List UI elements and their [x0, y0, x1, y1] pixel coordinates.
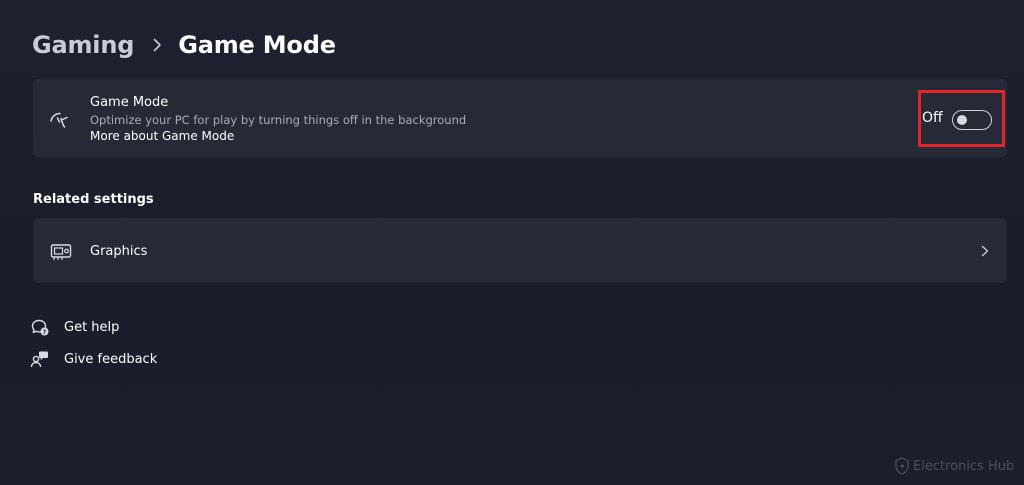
give-feedback-link[interactable]: Give feedback [30, 348, 157, 370]
breadcrumb-parent-gaming[interactable]: Gaming [32, 31, 134, 59]
help-chat-icon: ? [30, 317, 50, 337]
game-mode-title: Game Mode [90, 95, 169, 110]
toggle-knob [957, 115, 967, 125]
graphics-card-icon [50, 242, 72, 262]
graphics-label: Graphics [90, 244, 148, 259]
watermark: Electronics Hub [895, 455, 1014, 477]
breadcrumb: Gaming Game Mode [32, 27, 336, 63]
get-help-link[interactable]: ? Get help [30, 316, 119, 338]
game-mode-description: Optimize your PC for play by turning thi… [90, 113, 467, 127]
more-about-game-mode-link[interactable]: More about Game Mode [90, 129, 234, 143]
watermark-text: Electronics Hub [913, 458, 1015, 474]
game-mode-toggle[interactable] [952, 110, 992, 130]
toggle-state-label: Off [922, 110, 943, 126]
chevron-right-icon [978, 243, 992, 259]
page-title: Game Mode [178, 31, 336, 59]
game-mode-gauge-icon [48, 108, 72, 132]
give-feedback-label: Give feedback [64, 351, 158, 367]
related-settings-heading: Related settings [33, 192, 154, 207]
shield-logo-icon [895, 457, 909, 475]
chevron-right-icon [144, 27, 170, 63]
graphics-setting-row[interactable] [33, 218, 1007, 283]
get-help-label: Get help [64, 319, 120, 335]
svg-text:?: ? [43, 329, 47, 336]
feedback-person-icon [30, 349, 50, 369]
